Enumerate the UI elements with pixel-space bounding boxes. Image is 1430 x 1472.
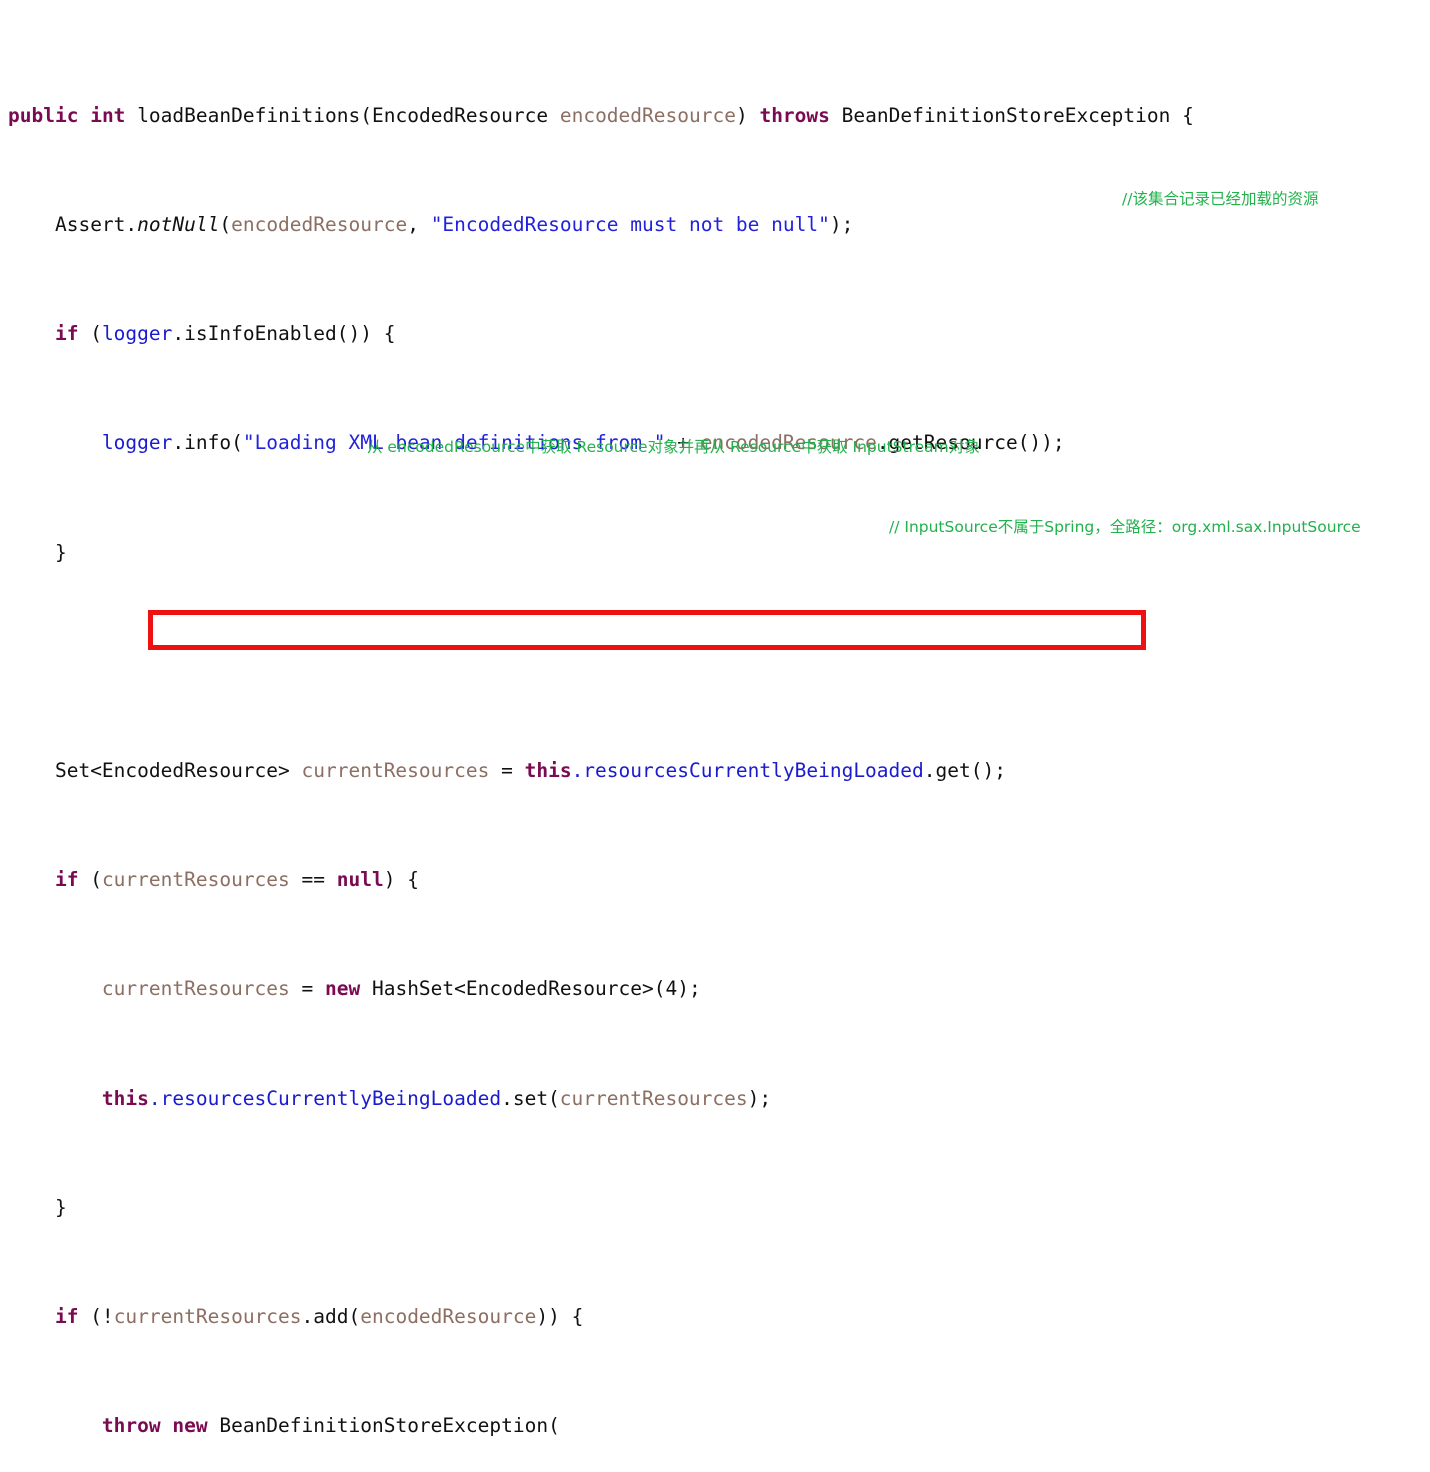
- keyword-new: new: [325, 977, 361, 1001]
- type-HashSet: HashSet<EncodedResource>(4);: [360, 977, 701, 1001]
- code-line-6-blank: [8, 648, 1217, 675]
- arg-encodedResource: encodedResource: [231, 213, 408, 237]
- code-line-10: this.resourcesCurrentlyBeingLoaded.set(c…: [101, 1086, 772, 1110]
- string-literal-null-msg: "EncodedResource must not be null": [430, 213, 830, 237]
- call-add: .add(: [301, 1304, 361, 1328]
- code-line-11: }: [8, 1194, 1217, 1221]
- field-resourcesCurrentlyBeingLoaded: .resourcesCurrentlyBeingLoaded: [148, 1086, 502, 1110]
- call-get: .get();: [923, 759, 1006, 783]
- code-line-1: public int loadBeanDefinitions(EncodedRe…: [8, 103, 1194, 127]
- brace-close: }: [54, 540, 67, 564]
- comment-resources-set: //该集合记录已经加载的资源: [1122, 190, 1319, 208]
- method-name-loadBeanDefinitions: loadBeanDefinitions: [137, 103, 361, 127]
- keyword-public: public: [8, 103, 79, 127]
- code-line-13: throw new BeanDefinitionStoreException(: [8, 1412, 1217, 1439]
- keyword-throws: throws: [759, 103, 830, 127]
- var-currentResources: currentResources: [101, 868, 290, 892]
- brace-close: }: [54, 1195, 67, 1219]
- var-currentResources: currentResources: [559, 1086, 748, 1110]
- keyword-null: null: [336, 868, 384, 892]
- call-isInfoEnabled: .isInfoEnabled()) {: [172, 322, 396, 346]
- field-logger: logger: [101, 431, 173, 455]
- keyword-this: this: [101, 1086, 149, 1110]
- field-resourcesCurrentlyBeingLoaded: .resourcesCurrentlyBeingLoaded: [571, 759, 924, 783]
- type-EncodedResource: EncodedResource: [372, 103, 549, 127]
- var-currentResources: currentResources: [301, 759, 490, 783]
- code-line-5: }: [8, 539, 1217, 566]
- class-Assert: Assert.: [54, 213, 138, 237]
- keyword-int: int: [90, 103, 126, 127]
- keyword-new: new: [172, 1414, 208, 1438]
- code-line-7: Set<EncodedResource> currentResources = …: [54, 759, 1006, 783]
- call-info: .info(: [172, 431, 243, 455]
- type-BeanDefinitionStoreException: BeanDefinitionStoreException(: [207, 1414, 560, 1438]
- var-encodedResource: encodedResource: [360, 1304, 537, 1328]
- keyword-if: if: [54, 1304, 79, 1328]
- comment-get-inputstream: 从 encodedResource中获取 Resource对象并再从 Resou…: [367, 438, 980, 456]
- type-Set-EncodedResource: Set<EncodedResource>: [54, 759, 302, 783]
- var-currentResources: currentResources: [101, 977, 290, 1001]
- field-logger: logger: [101, 322, 173, 346]
- keyword-if: if: [54, 322, 79, 346]
- call-set: .set(: [501, 1086, 560, 1110]
- type-BeanDefinitionStoreException: BeanDefinitionStoreException {: [829, 103, 1194, 127]
- code-line-2: Assert.notNull(encodedResource, "Encoded…: [54, 213, 854, 237]
- code-editor-view: public int loadBeanDefinitions(EncodedRe…: [0, 0, 1430, 1437]
- keyword-if: if: [54, 868, 79, 892]
- var-currentResources: currentResources: [113, 1304, 302, 1328]
- method-notNull: notNull: [137, 213, 220, 237]
- param-encodedResource: encodedResource: [548, 103, 736, 127]
- keyword-throw: throw: [101, 1414, 161, 1438]
- code-line-3: if (logger.isInfoEnabled()) {: [54, 322, 396, 346]
- code-line-8: if (currentResources == null) {: [54, 868, 419, 892]
- keyword-this: this: [524, 759, 572, 783]
- source-code-block: public int loadBeanDefinitions(EncodedRe…: [8, 20, 1217, 1472]
- code-line-9: currentResources = new HashSet<EncodedRe…: [101, 977, 701, 1001]
- comment-inputsource: // InputSource不属于Spring，全路径：org.xml.sax.…: [889, 518, 1361, 536]
- code-line-12: if (!currentResources.add(encodedResourc…: [54, 1304, 584, 1328]
